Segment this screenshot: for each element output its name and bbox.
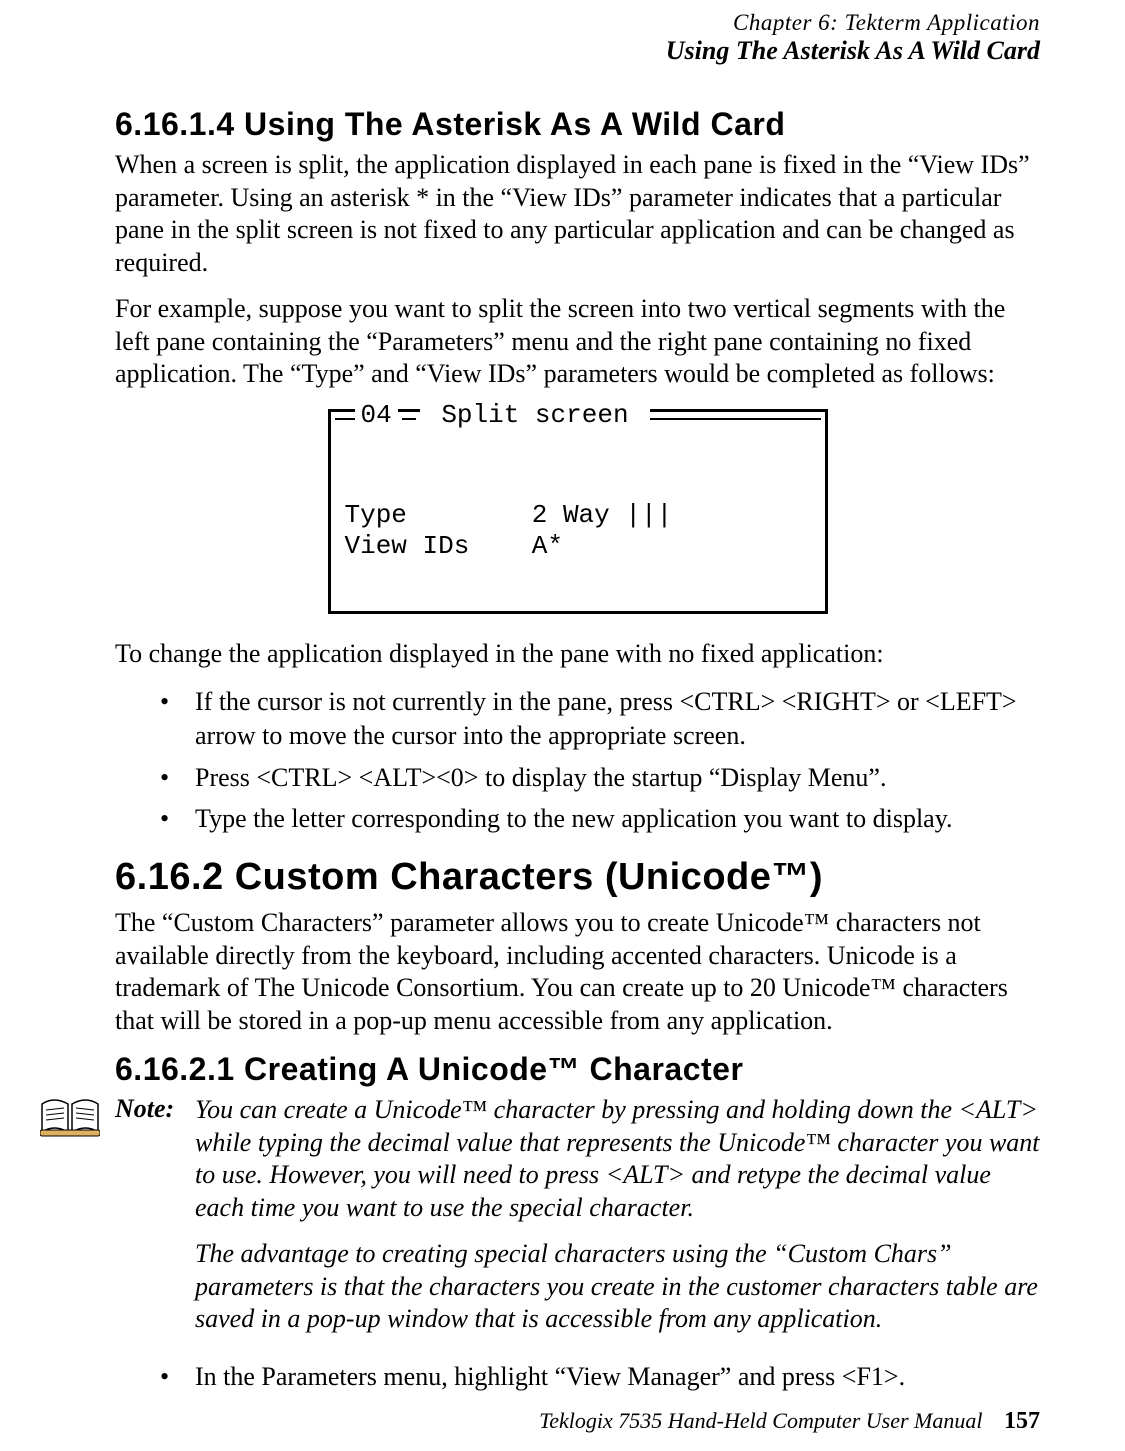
running-header: Chapter 6: Tekterm Application Using The… bbox=[85, 10, 1040, 66]
paragraph: The “Custom Characters” parameter allows… bbox=[115, 907, 1040, 1037]
terminal-title-text: Split screen bbox=[420, 400, 650, 431]
terminal-row: View IDs A* bbox=[345, 531, 563, 561]
list-item: If the cursor is not currently in the pa… bbox=[115, 685, 1040, 753]
terminal-title-num: 04 bbox=[361, 400, 392, 430]
note-label: Note: bbox=[115, 1094, 195, 1124]
note-paragraph: The advantage to creating special charac… bbox=[195, 1238, 1040, 1336]
list-item: Type the letter corresponding to the new… bbox=[115, 802, 1040, 836]
page-footer: Teklogix 7535 Hand-Held Computer User Ma… bbox=[539, 1408, 1040, 1435]
paragraph: When a screen is split, the application … bbox=[115, 149, 1040, 279]
header-chapter: Chapter 6: Tekterm Application bbox=[85, 10, 1040, 36]
terminal-title: 04 Split screen bbox=[335, 400, 821, 431]
paragraph: For example, suppose you want to split t… bbox=[115, 293, 1040, 391]
header-section: Using The Asterisk As A Wild Card bbox=[85, 36, 1040, 66]
paragraph: To change the application displayed in t… bbox=[115, 638, 1040, 671]
bullet-list: If the cursor is not currently in the pa… bbox=[115, 685, 1040, 836]
list-item: In the Parameters menu, highlight “View … bbox=[115, 1360, 1040, 1394]
book-note-icon bbox=[40, 1098, 100, 1143]
footer-page-number: 157 bbox=[1004, 1408, 1040, 1434]
note-block: Note: You can create a Unicode™ characte… bbox=[115, 1094, 1040, 1350]
note-paragraph: You can create a Unicode™ character by p… bbox=[195, 1094, 1040, 1224]
bullet-list: In the Parameters menu, highlight “View … bbox=[115, 1360, 1040, 1394]
list-item: Press <CTRL> <ALT><0> to display the sta… bbox=[115, 761, 1040, 795]
heading-6-16-1-4: 6.16.1.4 Using The Asterisk As A Wild Ca… bbox=[115, 106, 1040, 143]
note-body: You can create a Unicode™ character by p… bbox=[195, 1094, 1040, 1350]
terminal-screen: 04 Split screen Type 2 Way ||| View IDs … bbox=[328, 409, 828, 615]
heading-6-16-2: 6.16.2 Custom Characters (Unicode™) bbox=[115, 856, 1040, 899]
terminal-row: Type 2 Way ||| bbox=[345, 500, 673, 530]
heading-6-16-2-1: 6.16.2.1 Creating A Unicode™ Character bbox=[115, 1051, 1040, 1088]
footer-manual-title: Teklogix 7535 Hand-Held Computer User Ma… bbox=[539, 1408, 982, 1433]
